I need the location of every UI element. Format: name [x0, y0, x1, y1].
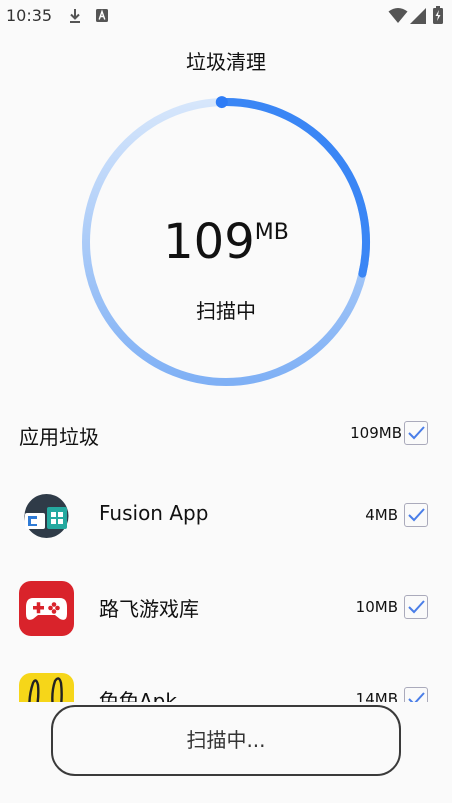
app-size: 4MB [365, 506, 398, 524]
battery-charging-icon [433, 6, 443, 24]
a-notification-icon [96, 9, 108, 22]
app-name: Fusion App [99, 501, 209, 525]
app-name: 路飞游戏库 [99, 597, 199, 621]
app-size: 14MB [355, 690, 398, 702]
scanned-size: 109MB [0, 214, 452, 270]
app-junk-item[interactable]: 路飞游戏库 10MB [0, 562, 452, 654]
check-icon [408, 600, 425, 614]
wifi-icon [388, 8, 408, 23]
app-junk-checkbox[interactable] [404, 421, 428, 445]
app-junk-item[interactable]: Fusion App 4MB [0, 470, 452, 562]
check-icon [408, 508, 425, 522]
app-junk-size: 109MB [350, 424, 402, 442]
scanned-size-unit: MB [254, 220, 289, 245]
status-time: 10:35 [6, 6, 53, 25]
check-icon [408, 426, 425, 440]
app-checkbox[interactable] [404, 503, 428, 527]
check-icon [408, 692, 425, 702]
download-icon [70, 9, 80, 23]
app-junk-item[interactable]: 兔兔Apk 14MB [0, 654, 452, 702]
fusion-app-icon [19, 489, 74, 544]
signal-icon [410, 8, 426, 24]
status-bar: 10:35 [0, 0, 452, 34]
app-checkbox[interactable] [404, 595, 428, 619]
scan-button[interactable]: 扫描中... [51, 705, 401, 776]
app-junk-list: Fusion App 4MB 路飞游戏库 10MB 兔兔Apk 14MB [0, 470, 452, 702]
app-checkbox[interactable] [404, 687, 428, 702]
app-size: 10MB [355, 598, 398, 616]
app-name: 兔兔Apk [99, 689, 177, 702]
app-junk-label: 应用垃圾 [19, 425, 99, 449]
scan-status-text: 扫描中 [196, 299, 256, 323]
rabbit-icon [19, 673, 74, 702]
scanned-size-value: 109 [163, 214, 255, 270]
gamepad-icon [19, 581, 74, 636]
page-title: 垃圾清理 [186, 50, 266, 74]
app-junk-summary-row: 应用垃圾 109MB [0, 413, 452, 453]
ring-progress-dot [215, 96, 228, 109]
